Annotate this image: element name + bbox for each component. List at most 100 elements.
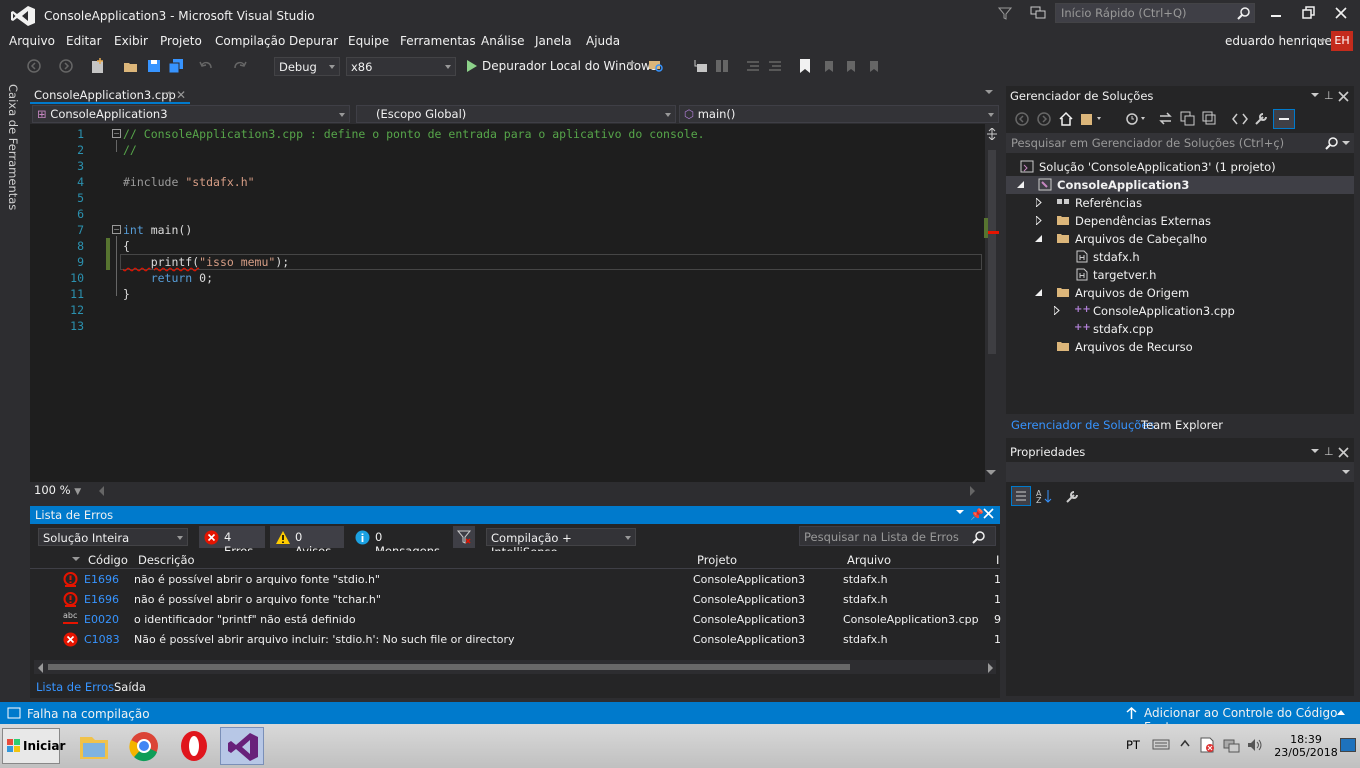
undo-icon[interactable] [198, 58, 214, 74]
tree-item-stdafx-cpp[interactable]: stdafx.cpp [1093, 322, 1153, 336]
properties-object-dropdown[interactable] [1006, 462, 1354, 482]
collapse-all-icon[interactable] [1180, 111, 1195, 126]
scrollbar-thumb[interactable] [988, 150, 996, 354]
categorized-icon[interactable] [1011, 486, 1031, 506]
column-file[interactable]: Arquivo [847, 553, 891, 567]
pin-icon[interactable]: ⊸ [163, 88, 171, 99]
column-line[interactable]: I [996, 553, 999, 567]
chevron-down-icon[interactable] [1311, 93, 1319, 98]
pin-icon[interactable]: 📌 [970, 508, 984, 521]
save-all-icon[interactable] [168, 58, 184, 74]
quick-launch-input[interactable]: Início Rápido (Ctrl+Q) [1055, 3, 1255, 23]
close-window-icon[interactable] [1334, 6, 1347, 19]
split-icon[interactable] [986, 128, 998, 140]
chevron-down-icon[interactable] [985, 90, 993, 95]
solution-search-input[interactable]: Pesquisar em Gerenciador de Soluções (Ct… [1006, 133, 1354, 153]
menu-arquivo[interactable]: Arquivo [9, 34, 55, 48]
solution-config-dropdown[interactable]: Debug [274, 57, 340, 76]
uncomment-icon[interactable] [767, 58, 783, 74]
scope-dropdown[interactable]: (Escopo Global) [356, 105, 676, 123]
next-bookmark-icon[interactable] [842, 58, 858, 74]
visual-studio-taskbar-icon[interactable] [220, 727, 264, 765]
error-search-input[interactable]: Pesquisar na Lista de Erros [799, 526, 996, 546]
avatar[interactable]: EH [1331, 31, 1353, 51]
file-explorer-taskbar-icon[interactable] [72, 727, 116, 765]
notification-filter-icon[interactable] [998, 6, 1012, 20]
error-code[interactable]: E1696 [84, 593, 119, 606]
menu-depurar[interactable]: Depurar [289, 34, 338, 48]
tab-team-explorer[interactable]: Team Explorer [1141, 418, 1223, 432]
menu-editar[interactable]: Editar [66, 34, 102, 48]
minimize-icon[interactable] [1270, 8, 1282, 20]
action-center-icon[interactable] [1198, 736, 1216, 754]
tree-item-resource-files[interactable]: Arquivos de Recurso [1075, 340, 1193, 354]
sync-icon[interactable] [1158, 111, 1173, 126]
tree-item-references[interactable]: Referências [1075, 196, 1142, 210]
collapsed-arrow-icon[interactable] [1054, 306, 1060, 315]
collapsed-arrow-icon[interactable] [1036, 216, 1042, 225]
chevron-up-icon[interactable] [1180, 739, 1190, 747]
error-code[interactable]: E1696 [84, 573, 119, 586]
tree-item-project[interactable]: ConsoleApplication3 [1057, 178, 1189, 192]
show-desktop-icon[interactable] [1340, 738, 1356, 752]
preview-selected-icon[interactable] [1273, 109, 1295, 129]
tree-item-targetver-h[interactable]: targetver.h [1093, 268, 1156, 282]
column-description[interactable]: Descrição [138, 553, 195, 567]
tree-item-consoleapplication3-cpp[interactable]: ConsoleApplication3.cpp [1093, 304, 1235, 318]
tree-item-external-deps[interactable]: Dependências Externas [1075, 214, 1211, 228]
volume-icon[interactable] [1246, 737, 1264, 753]
clock[interactable]: 18:39 23/05/2018 [1274, 733, 1338, 759]
collapse-icon[interactable]: − [112, 225, 121, 234]
chevron-down-icon[interactable] [627, 62, 643, 78]
new-project-icon[interactable] [90, 58, 106, 74]
switch-views-icon[interactable] [1080, 111, 1102, 126]
chevron-down-icon[interactable] [1318, 39, 1326, 44]
scroll-left-icon[interactable] [98, 486, 104, 496]
property-pages-icon[interactable] [1065, 488, 1081, 504]
back-icon[interactable] [26, 58, 42, 74]
sort-icon[interactable] [72, 557, 80, 562]
restore-icon[interactable] [1302, 6, 1315, 19]
layout-icon[interactable] [714, 58, 730, 74]
project-dropdown[interactable]: ⊞ ConsoleApplication3 [32, 105, 350, 123]
scroll-right-icon[interactable] [988, 663, 994, 673]
output-window-icon[interactable] [7, 707, 21, 719]
close-icon[interactable] [1338, 91, 1349, 102]
search-icon[interactable] [1237, 6, 1251, 20]
expanded-arrow-icon[interactable] [1017, 181, 1025, 189]
user-name[interactable]: eduardo henrique [1225, 34, 1332, 48]
browse-icon[interactable] [648, 58, 664, 74]
menu-equipe[interactable]: Equipe [348, 34, 389, 48]
close-icon[interactable] [983, 508, 994, 519]
bookmark-icon[interactable] [797, 58, 813, 74]
chevron-up-icon[interactable] [1337, 710, 1345, 715]
warnings-filter-button[interactable]: 0 Avisos [270, 526, 344, 558]
close-icon[interactable]: ✕ [176, 88, 186, 102]
build-filter-icon[interactable] [453, 526, 475, 548]
show-all-files-icon[interactable] [1202, 111, 1217, 126]
error-code[interactable]: C1083 [84, 633, 120, 646]
column-code[interactable]: Código [88, 553, 128, 567]
input-language[interactable]: PT [1126, 738, 1140, 752]
close-icon[interactable] [1338, 447, 1349, 458]
tree-item-solution[interactable]: Solução 'ConsoleApplication3' (1 projeto… [1039, 160, 1276, 174]
view-code-icon[interactable] [1232, 111, 1248, 126]
expanded-arrow-icon[interactable] [1035, 289, 1043, 297]
column-project[interactable]: Projeto [697, 553, 737, 567]
menu-janela[interactable]: Janela [535, 34, 572, 48]
open-file-icon[interactable] [123, 58, 139, 74]
menu-analise[interactable]: Análise [481, 34, 524, 48]
start-button[interactable]: Iniciar [2, 728, 65, 764]
back-icon[interactable] [1015, 112, 1029, 126]
chrome-taskbar-icon[interactable] [122, 727, 166, 765]
tab-output[interactable]: Saída [114, 680, 146, 694]
collapsed-arrow-icon[interactable] [1036, 198, 1042, 207]
scroll-right-icon[interactable] [970, 486, 976, 496]
opera-taskbar-icon[interactable] [172, 727, 216, 765]
error-code[interactable]: E0020 [84, 613, 119, 626]
properties-wrench-icon[interactable] [1254, 111, 1269, 126]
expanded-arrow-icon[interactable] [1035, 235, 1043, 243]
tab-error-list[interactable]: Lista de Erros [36, 680, 114, 694]
tree-item-header-files[interactable]: Arquivos de Cabeçalho [1075, 232, 1207, 246]
scrollbar-thumb[interactable] [48, 664, 850, 670]
